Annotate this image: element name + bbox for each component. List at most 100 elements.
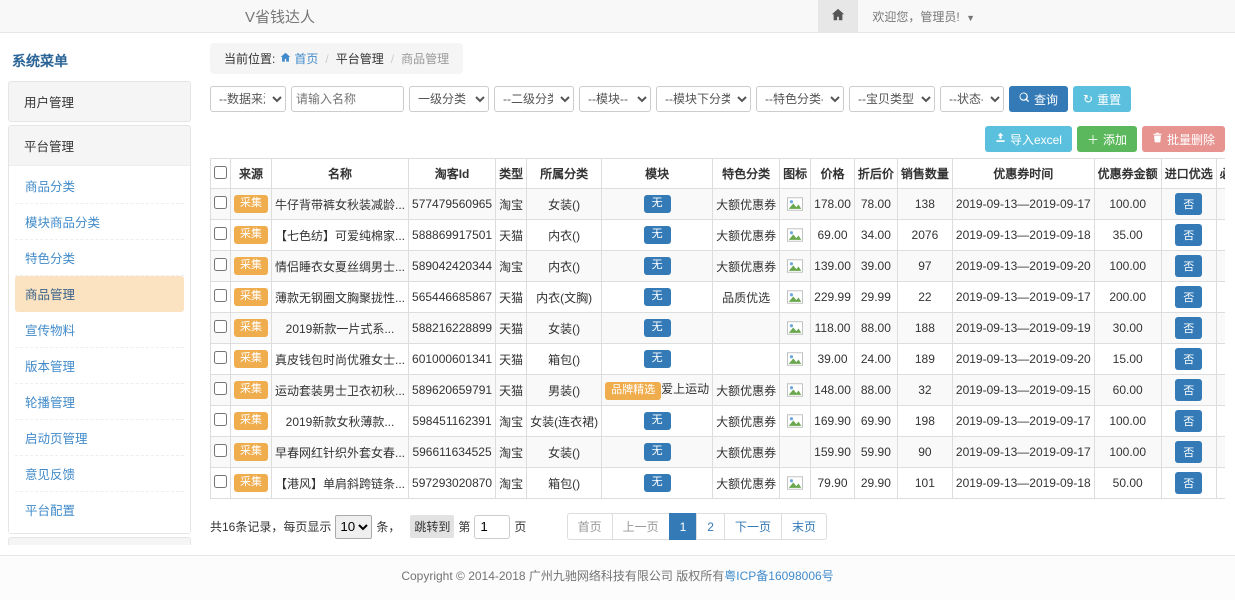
price-value: 148.00 (811, 375, 855, 406)
search-icon (1019, 92, 1030, 106)
product-type: 淘宝 (496, 468, 527, 499)
price-value: 139.00 (811, 251, 855, 282)
row-checkbox[interactable] (214, 227, 227, 240)
sidebar-item-link[interactable]: 轮播管理 (15, 384, 184, 420)
sidebar-item-active[interactable]: 商品管理 (15, 276, 184, 312)
name-search-input[interactable] (291, 86, 404, 112)
table-row: 采集2019新款女秋薄款...598451162391淘宝女装(连衣裙)无大额优… (211, 406, 1226, 437)
row-checkbox-cell (211, 189, 231, 220)
column-header: 模块 (602, 159, 713, 189)
row-checkbox[interactable] (214, 413, 227, 426)
import-toggle[interactable]: 否 (1175, 255, 1202, 277)
sales-count: 32 (897, 375, 952, 406)
source-badge: 采集 (234, 195, 268, 212)
sidebar-item-link[interactable]: 启动页管理 (15, 420, 184, 456)
filter-select[interactable]: --宝贝类型-- (849, 86, 935, 112)
module-badge: 品牌精选 (605, 382, 661, 399)
row-checkbox[interactable] (214, 320, 227, 333)
product-name: 薄款无钢圈文胸聚拢性... (272, 282, 409, 313)
row-checkbox[interactable] (214, 444, 227, 457)
sidebar-item-link[interactable]: 商品分类 (15, 168, 184, 204)
page-button[interactable]: 1 (669, 513, 698, 540)
batch-delete-button[interactable]: 批量删除 (1142, 126, 1225, 152)
filter-select[interactable]: --二级分类-- (494, 86, 574, 112)
import-toggle[interactable]: 否 (1175, 410, 1202, 432)
icp-link[interactable]: 粤ICP备16098006号 (724, 569, 833, 583)
sales-count: 22 (897, 282, 952, 313)
row-checkbox-cell (211, 282, 231, 313)
table-row: 采集早春网红针织外套女春...596611634525淘宝女装()无大额优惠券1… (211, 437, 1226, 468)
sidebar-group-label[interactable]: 平台管理 (9, 126, 190, 165)
sidebar-group: 拼团管理 (8, 537, 191, 545)
column-header: 名称 (272, 159, 409, 189)
user-menu[interactable]: 欢迎您，管理员! ▼ (872, 8, 975, 25)
sidebar-item-link[interactable]: 平台配置 (15, 492, 184, 527)
sidebar-item-link[interactable]: 意见反馈 (15, 456, 184, 492)
add-button[interactable]: ＋ 添加 (1077, 126, 1137, 152)
breadcrumb-section: 平台管理 (336, 50, 384, 67)
page-buttons: 首页上一页12下一页末页 (567, 513, 827, 540)
module-badge: 无 (644, 226, 671, 243)
sales-count: 97 (897, 251, 952, 282)
source-badge: 采集 (234, 443, 268, 460)
filter-select[interactable]: 一级分类 (409, 86, 489, 112)
sidebar-item-link[interactable]: 版本管理 (15, 348, 184, 384)
source-badge: 采集 (234, 474, 268, 491)
filter-select[interactable]: --模块-- (579, 86, 651, 112)
home-button[interactable] (818, 0, 858, 32)
page-button[interactable]: 首页 (567, 513, 613, 540)
sidebar-item-link[interactable]: 特色分类 (15, 240, 184, 276)
row-checkbox-cell (211, 313, 231, 344)
sidebar-group-label[interactable]: 用户管理 (9, 82, 190, 121)
import-toggle[interactable]: 否 (1175, 317, 1202, 339)
row-checkbox[interactable] (214, 289, 227, 302)
feature-label: 品质优选 (713, 282, 780, 313)
per-page-select[interactable]: 10 (335, 515, 372, 539)
coupon-amount: 50.00 (1094, 468, 1161, 499)
import-toggle[interactable]: 否 (1175, 441, 1202, 463)
price-value: 229.99 (811, 282, 855, 313)
taoke-id: 589042420344 (409, 251, 496, 282)
page-button[interactable]: 上一页 (612, 513, 670, 540)
source-badge: 采集 (234, 350, 268, 367)
filter-select[interactable]: --特色分类-- (756, 86, 844, 112)
header-checkbox-cell (211, 159, 231, 189)
page-button[interactable]: 末页 (781, 513, 827, 540)
search-button[interactable]: 查询 (1009, 86, 1068, 112)
import-toggle[interactable]: 否 (1175, 472, 1202, 494)
page-button[interactable]: 下一页 (724, 513, 782, 540)
row-checkbox[interactable] (214, 196, 227, 209)
row-checkbox[interactable] (214, 382, 227, 395)
coupon-time: 2019-09-13—2019-09-19 (952, 313, 1094, 344)
breadcrumb-home-link[interactable]: 首页 (280, 50, 318, 67)
row-checkbox[interactable] (214, 351, 227, 364)
import-toggle[interactable]: 否 (1175, 286, 1202, 308)
sidebar-item-link[interactable]: 宣传物料 (15, 312, 184, 348)
sidebar-item-link[interactable]: 模块商品分类 (15, 204, 184, 240)
feature-label: 大额优惠券 (713, 251, 780, 282)
row-checkbox[interactable] (214, 475, 227, 488)
select-all-checkbox[interactable] (214, 166, 227, 179)
import-toggle[interactable]: 否 (1175, 348, 1202, 370)
sidebar-group-label[interactable]: 拼团管理 (9, 538, 190, 545)
row-checkbox[interactable] (214, 258, 227, 271)
taoke-id: 598451162391 (409, 406, 496, 437)
import-toggle[interactable]: 否 (1175, 193, 1202, 215)
module-badge: 无 (644, 412, 671, 429)
import-toggle[interactable]: 否 (1175, 379, 1202, 401)
filter-select[interactable]: --状态-- (940, 86, 1004, 112)
import-excel-button[interactable]: 导入excel (985, 126, 1072, 152)
column-header: 销售数量 (897, 159, 952, 189)
import-toggle[interactable]: 否 (1175, 224, 1202, 246)
filter-select[interactable]: --模块下分类-- (656, 86, 751, 112)
feature-label: 大额优惠券 (713, 189, 780, 220)
page-number-input[interactable] (474, 515, 510, 539)
table-row: 采集【港风】单肩斜跨链条...597293020870淘宝箱包()无大额优惠券7… (211, 468, 1226, 499)
reset-button[interactable]: ↻ 重置 (1073, 86, 1131, 112)
discount-price-value: 69.90 (854, 406, 897, 437)
filter-select[interactable]: --数据来源-- (210, 86, 286, 112)
taoke-id: 577479560965 (409, 189, 496, 220)
jump-label: 跳转到 (410, 515, 454, 538)
row-checkbox-cell (211, 375, 231, 406)
page-button[interactable]: 2 (696, 513, 725, 540)
